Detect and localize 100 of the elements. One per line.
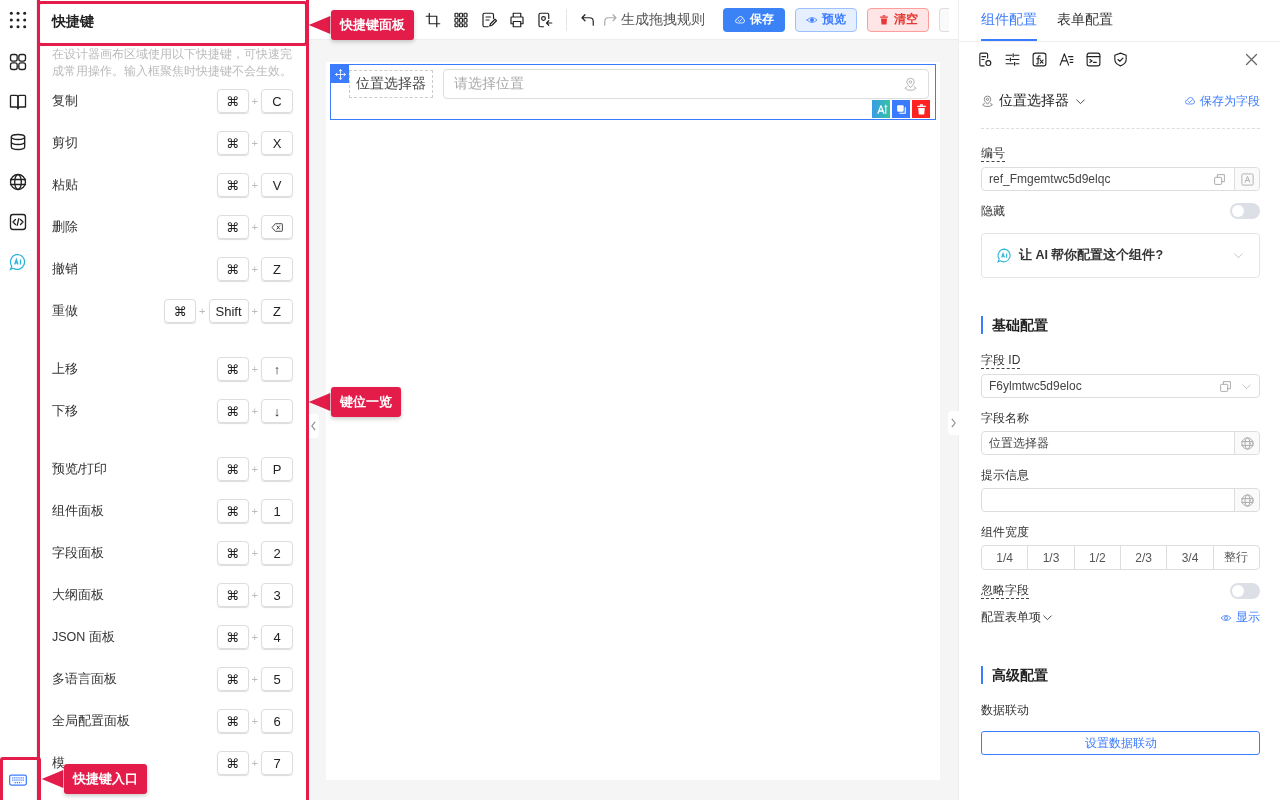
crop-icon[interactable] bbox=[424, 10, 442, 29]
text-format-icon[interactable] bbox=[1058, 50, 1075, 68]
expand-handle[interactable] bbox=[948, 411, 959, 435]
select-field[interactable]: F6ylmtwc5d9eloc bbox=[981, 374, 1260, 398]
globe-icon[interactable] bbox=[8, 172, 28, 192]
callout-pointer-icon bbox=[308, 393, 331, 411]
console-icon[interactable] bbox=[1085, 50, 1102, 68]
key-cap: X bbox=[261, 131, 293, 155]
field-label: 组件宽度 bbox=[981, 524, 1029, 540]
key-cap: ⌘ bbox=[216, 173, 249, 197]
key-cap: ⌘ bbox=[216, 457, 249, 481]
key-cap: V bbox=[261, 173, 293, 197]
field-label: 编号 bbox=[981, 145, 1005, 162]
plus-sign: + bbox=[251, 631, 258, 643]
key-cap: 5 bbox=[261, 667, 293, 691]
delete-action-button[interactable] bbox=[912, 100, 930, 118]
plus-sign: + bbox=[251, 547, 258, 559]
panel-tab[interactable]: 表单配置 bbox=[1057, 0, 1113, 41]
plus-sign: + bbox=[199, 305, 206, 317]
cloud-icon bbox=[734, 13, 746, 26]
grid-icon[interactable] bbox=[8, 52, 28, 72]
shortcut-label: 预览/打印 bbox=[52, 460, 108, 478]
shortcut-label: 撤销 bbox=[52, 260, 78, 278]
move-icon bbox=[333, 67, 347, 81]
show-link[interactable]: 显示 bbox=[1220, 609, 1260, 626]
plus-sign: + bbox=[251, 505, 258, 517]
plus-sign: + bbox=[251, 589, 258, 601]
component-switcher[interactable]: 位置选择器 bbox=[981, 92, 1087, 110]
field-label: 忽略字段 bbox=[981, 582, 1029, 599]
field-label: 隐藏 bbox=[981, 203, 1005, 219]
code-icon[interactable] bbox=[8, 212, 28, 232]
key-cap: ⌘ bbox=[216, 257, 249, 281]
form-item[interactable]: 位置选择器 请选择位置 bbox=[330, 64, 936, 120]
form-settings-icon[interactable] bbox=[977, 50, 994, 68]
trash-icon bbox=[878, 13, 890, 26]
key-cap: ⌘ bbox=[216, 399, 249, 423]
field-label: 字段名称 bbox=[981, 410, 1029, 426]
copy-icon bbox=[894, 102, 908, 116]
callout-pointer-icon bbox=[41, 770, 64, 788]
callout-pointer-icon bbox=[308, 16, 331, 34]
width-option[interactable]: 2/3 bbox=[1120, 546, 1167, 569]
grid-icon[interactable] bbox=[452, 10, 470, 29]
shortcut-label: JSON 面板 bbox=[52, 628, 115, 646]
form-items-toggle[interactable]: 配置表单项 bbox=[981, 609, 1054, 626]
trash-icon bbox=[914, 102, 928, 116]
width-option[interactable]: 1/3 bbox=[1027, 546, 1074, 569]
key-cap: 6 bbox=[261, 709, 293, 733]
plus-sign: + bbox=[251, 263, 258, 275]
plus-sign: + bbox=[251, 757, 258, 769]
toggle-switch[interactable] bbox=[1230, 582, 1260, 599]
section-title: 基础配置 bbox=[981, 316, 1260, 334]
toggle-switch[interactable] bbox=[1230, 203, 1260, 219]
ai-assist-panel[interactable]: 让 AI 帮你配置这个组件? bbox=[981, 233, 1260, 278]
key-cap: Z bbox=[261, 299, 293, 323]
key-cap: 3 bbox=[261, 583, 293, 607]
document-icon[interactable] bbox=[536, 10, 554, 29]
book-icon[interactable] bbox=[8, 92, 28, 112]
function-icon[interactable] bbox=[1031, 50, 1048, 68]
width-option[interactable]: 3/4 bbox=[1166, 546, 1213, 569]
key-cap: ⌘ bbox=[216, 541, 249, 565]
key-cap: 1 bbox=[261, 499, 293, 523]
shortcut-label: 字段面板 bbox=[52, 544, 104, 562]
key-cap: Z bbox=[261, 257, 293, 281]
save-button[interactable]: 保存 bbox=[723, 7, 785, 32]
key-cap: 7 bbox=[261, 751, 293, 775]
data-linkage-button[interactable]: 设置数据联动 bbox=[981, 731, 1260, 755]
width-option[interactable]: 整行 bbox=[1212, 546, 1259, 569]
key-cap: ⌘ bbox=[216, 583, 249, 607]
ai-action-button[interactable] bbox=[872, 100, 890, 118]
text-field[interactable] bbox=[981, 488, 1260, 512]
copy-action-button[interactable] bbox=[892, 100, 910, 118]
clear-button[interactable]: 清空 bbox=[867, 7, 929, 32]
field-label: 位置选择器 bbox=[349, 70, 433, 98]
panel-description: 在设计器画布区域使用以下快捷键，可快速完成常用操作。输入框聚焦时快捷键不会生效。 bbox=[51, 46, 293, 80]
print-icon[interactable] bbox=[508, 10, 526, 29]
generate-rule-button[interactable]: 生成拖拽规则 bbox=[621, 10, 705, 29]
width-option[interactable]: 1/2 bbox=[1073, 546, 1120, 569]
sliders-icon[interactable] bbox=[1004, 50, 1021, 68]
plus-sign: + bbox=[251, 363, 258, 375]
plus-sign: + bbox=[251, 305, 258, 317]
panel-tab[interactable]: 组件配置 bbox=[981, 0, 1037, 41]
shield-icon[interactable] bbox=[1112, 50, 1129, 68]
apps-menu-icon[interactable] bbox=[8, 10, 28, 30]
collapse-handle[interactable] bbox=[308, 414, 319, 438]
edit-icon[interactable] bbox=[480, 10, 498, 29]
drag-handle[interactable] bbox=[331, 65, 349, 83]
width-option[interactable]: 1/4 bbox=[982, 546, 1028, 569]
key-cap: ⌘ bbox=[216, 357, 249, 381]
key-cap: ⌘ bbox=[216, 89, 249, 113]
text-field[interactable]: 位置选择器 bbox=[981, 431, 1260, 455]
shortcut-label: 组件面板 bbox=[52, 502, 104, 520]
ai-chat-icon bbox=[996, 247, 1013, 264]
ai-assist-title: 让 AI 帮你配置这个组件? bbox=[1019, 247, 1165, 264]
save-as-field-link[interactable]: 保存为字段 bbox=[1184, 92, 1260, 110]
key-cap: 2 bbox=[261, 541, 293, 565]
shortcut-label: 下移 bbox=[52, 402, 78, 420]
shortcut-label: 删除 bbox=[52, 218, 78, 236]
plus-sign: + bbox=[251, 179, 258, 191]
database-icon[interactable] bbox=[8, 132, 28, 152]
shortcut-label: 上移 bbox=[52, 360, 78, 378]
